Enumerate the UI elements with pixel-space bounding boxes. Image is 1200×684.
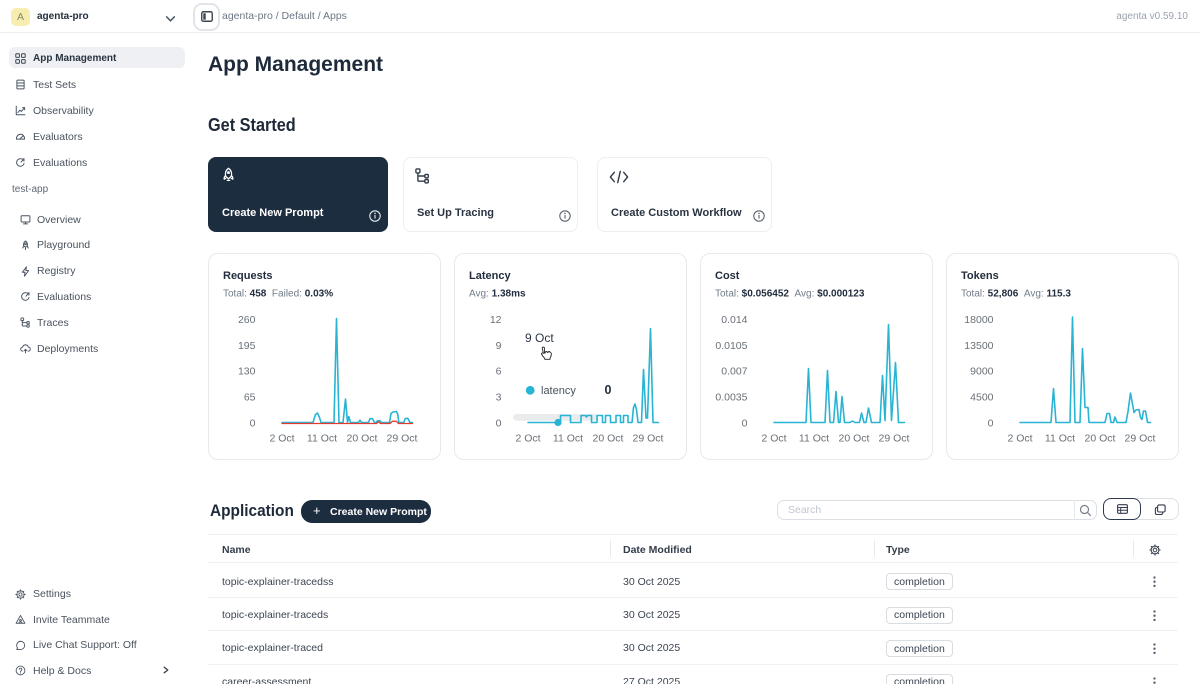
svg-text:2 Oct: 2 Oct [515,433,540,445]
svg-text:11 Oct: 11 Oct [799,433,829,445]
svg-text:130: 130 [238,366,256,378]
svg-text:0: 0 [988,417,994,429]
svg-text:Total: 458 Failed: 0.03%: Total: 458 Failed: 0.03% [223,289,333,300]
svg-text:0.0035: 0.0035 [715,392,747,404]
svg-text:6: 6 [496,366,502,378]
svg-text:Total: 52,806 Avg: 115.3: Total: 52,806 Avg: 115.3 [961,289,1071,300]
svg-text:Total: $0.056452 Avg: $0.0001: Total: $0.056452 Avg: $0.000123 [715,289,865,300]
svg-text:11 Oct: 11 Oct [1045,433,1075,445]
svg-text:Requests: Requests [223,270,273,282]
svg-text:29 Oct: 29 Oct [387,433,418,445]
svg-text:0: 0 [742,417,748,429]
svg-text:Latency: Latency [469,270,511,282]
svg-text:Avg: 1.38ms: Avg: 1.38ms [469,289,526,300]
svg-text:29 Oct: 29 Oct [1125,433,1156,445]
svg-text:2 Oct: 2 Oct [269,433,294,445]
svg-text:0: 0 [496,417,502,429]
svg-text:65: 65 [244,392,256,404]
svg-text:3: 3 [496,392,502,404]
svg-text:2 Oct: 2 Oct [1007,433,1032,445]
svg-text:4500: 4500 [970,392,994,404]
svg-text:9000: 9000 [970,366,994,378]
svg-text:29 Oct: 29 Oct [879,433,910,445]
svg-text:195: 195 [238,340,256,352]
svg-text:0.0105: 0.0105 [715,340,747,352]
svg-text:18000: 18000 [964,314,993,326]
svg-text:0.014: 0.014 [721,314,747,326]
svg-text:20 Oct: 20 Oct [593,433,624,445]
svg-text:11 Oct: 11 Oct [553,433,583,445]
svg-text:12: 12 [490,314,502,326]
svg-text:2 Oct: 2 Oct [761,433,786,445]
svg-text:20 Oct: 20 Oct [839,433,870,445]
svg-text:13500: 13500 [964,340,993,352]
svg-text:Tokens: Tokens [961,270,999,282]
svg-text:9: 9 [496,340,502,352]
svg-text:11 Oct: 11 Oct [307,433,337,445]
svg-text:0.007: 0.007 [721,366,747,378]
svg-text:Cost: Cost [715,270,740,282]
svg-text:20 Oct: 20 Oct [1085,433,1116,445]
svg-text:0: 0 [250,417,256,429]
svg-text:260: 260 [238,314,256,326]
svg-text:20 Oct: 20 Oct [347,433,378,445]
svg-text:29 Oct: 29 Oct [633,433,664,445]
